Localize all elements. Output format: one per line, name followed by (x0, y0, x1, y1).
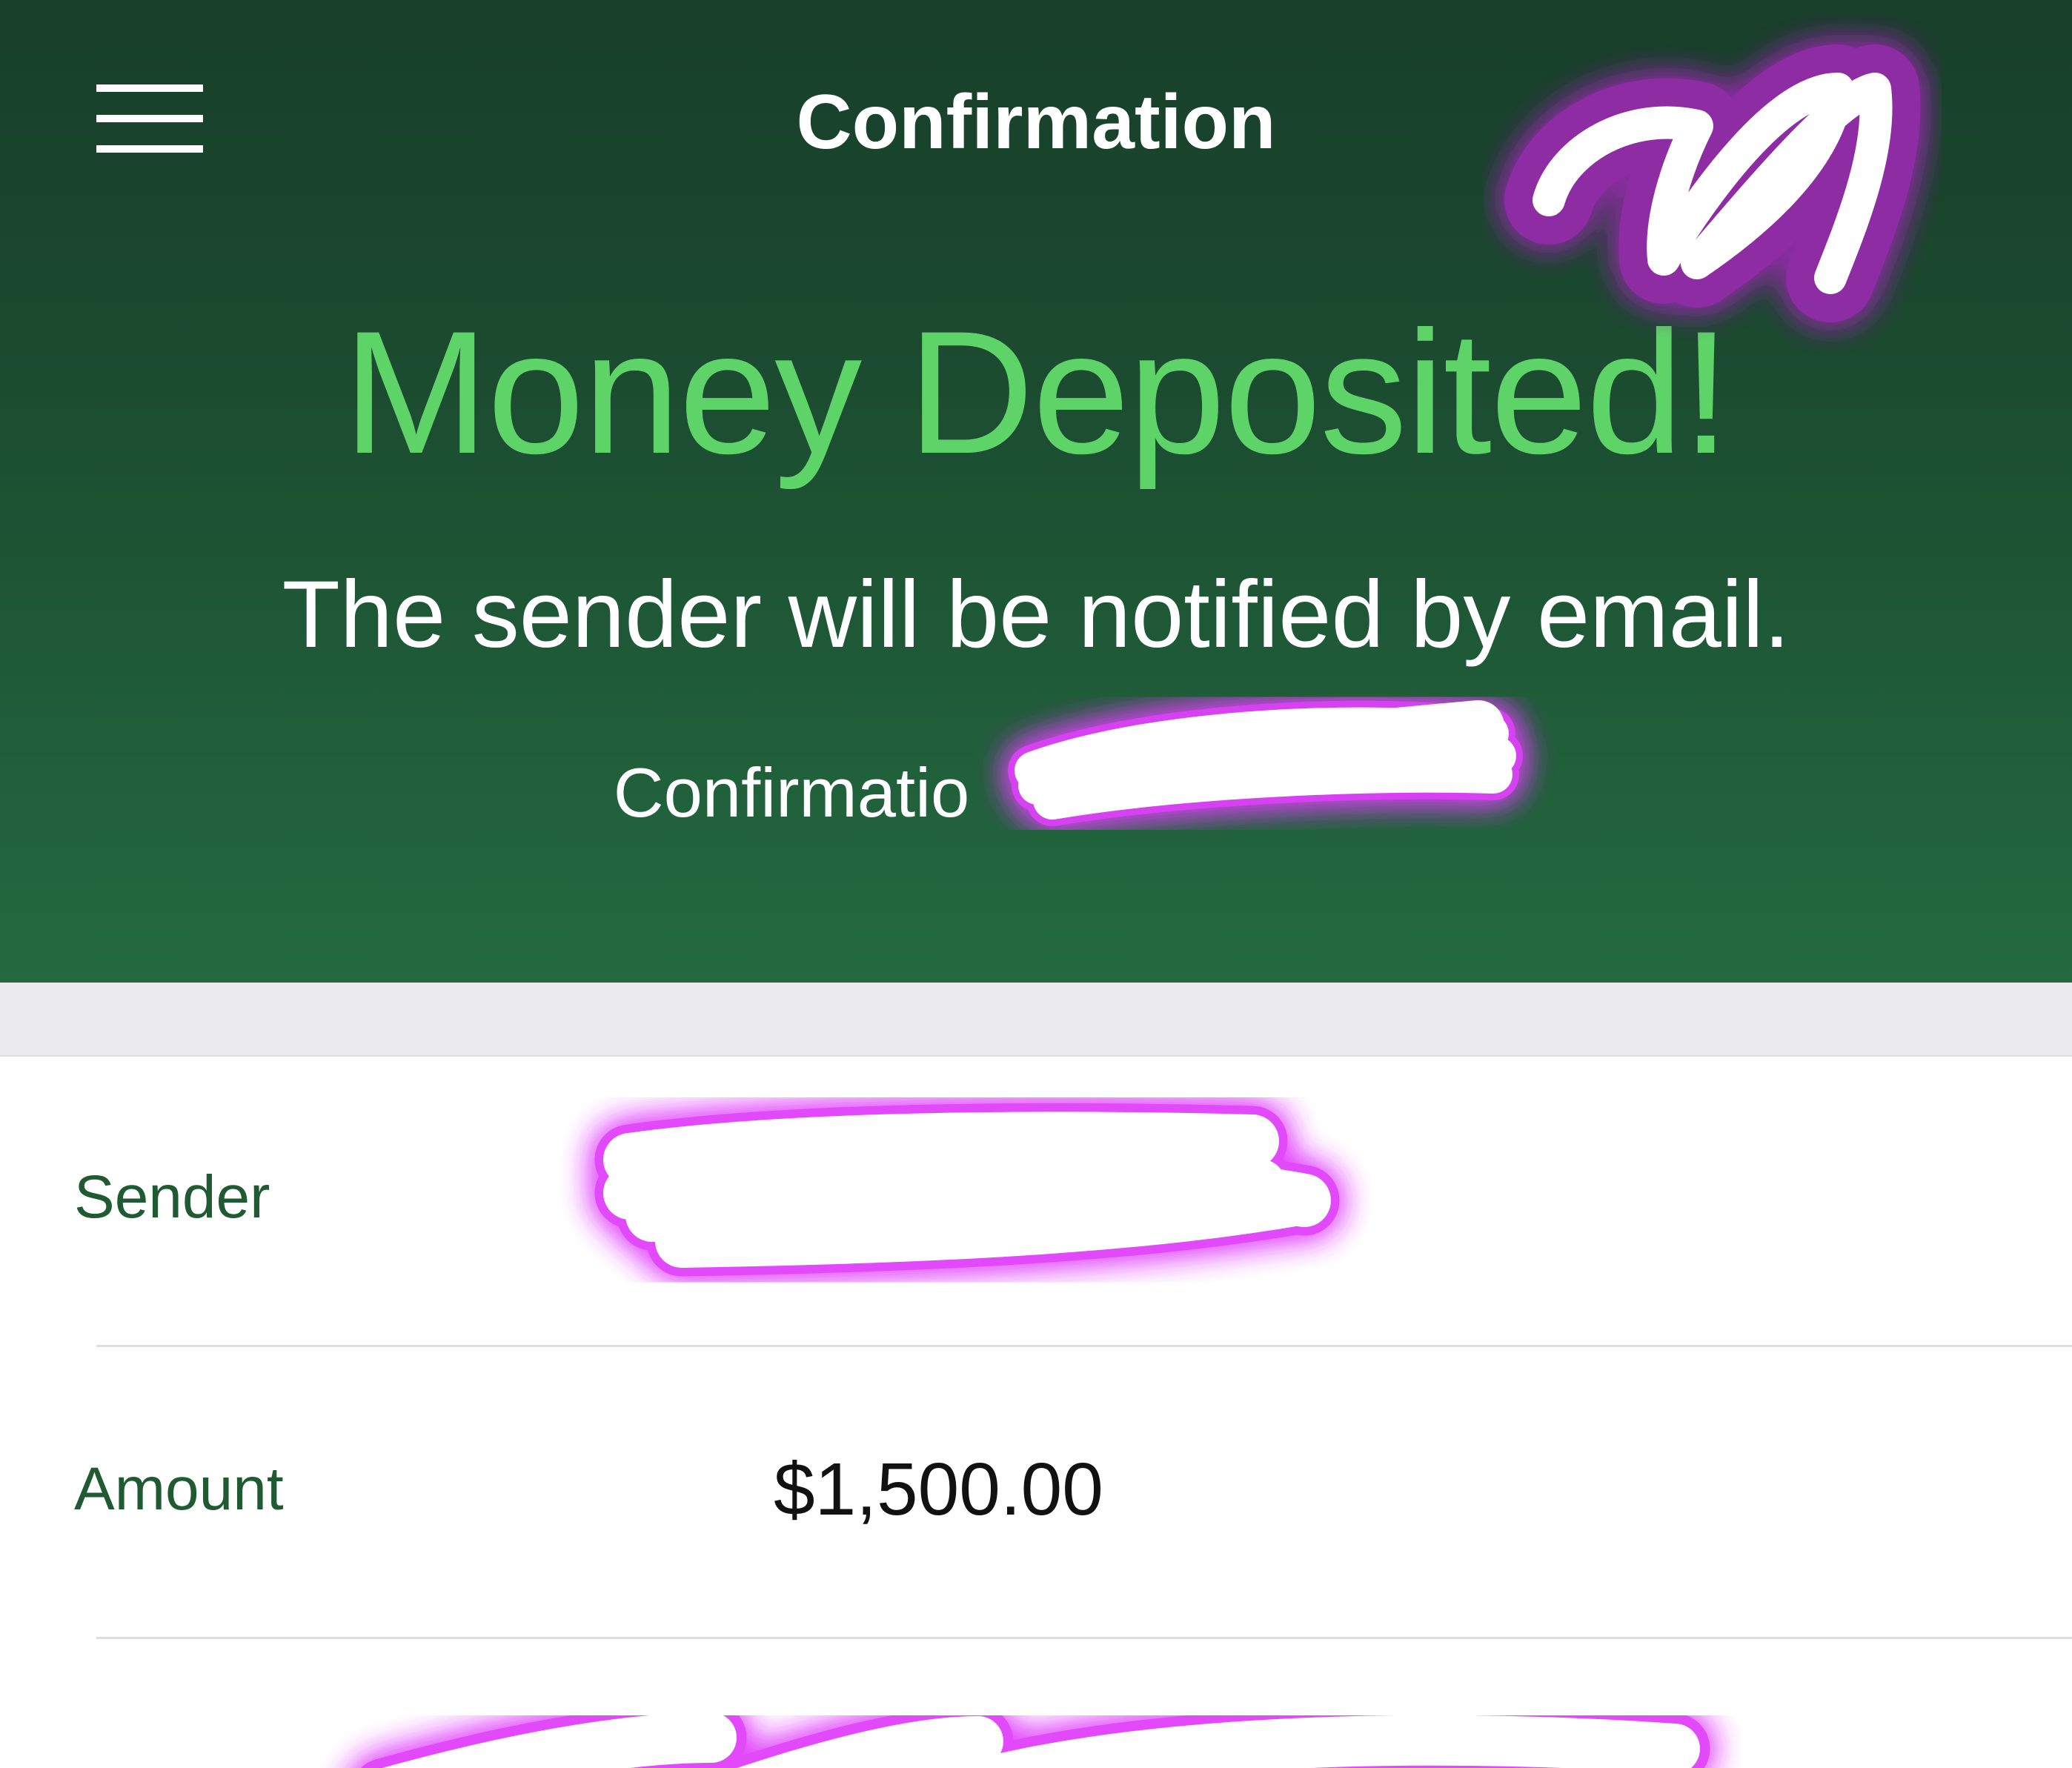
confirmation-number: Confirmatio (0, 748, 2072, 837)
notification-subtitle: The sender will be notified by email. (282, 562, 1790, 668)
section-separator (0, 983, 2072, 1057)
success-headline: Money Deposited! (342, 295, 1730, 491)
amount-label: Amount (74, 1455, 284, 1523)
amount-value: $1,500.00 (774, 1448, 1103, 1531)
confirmation-screen: Confirmation Money Deposited! The sender… (0, 0, 2072, 1768)
detail-row-amount: Amount $1,500.00 (0, 1349, 2072, 1639)
sender-label: Sender (74, 1163, 270, 1231)
detail-row-sender: Sender (0, 1057, 2072, 1347)
confirmation-number-prefix: Confirmatio (613, 754, 970, 831)
redaction-bottom-row (360, 1702, 1710, 1768)
row-divider (96, 1345, 2072, 1347)
row-divider (96, 1637, 2072, 1639)
confirmation-header: Confirmation Money Deposited! The sender… (0, 0, 2072, 983)
nav-title: Confirmation (796, 79, 1276, 165)
